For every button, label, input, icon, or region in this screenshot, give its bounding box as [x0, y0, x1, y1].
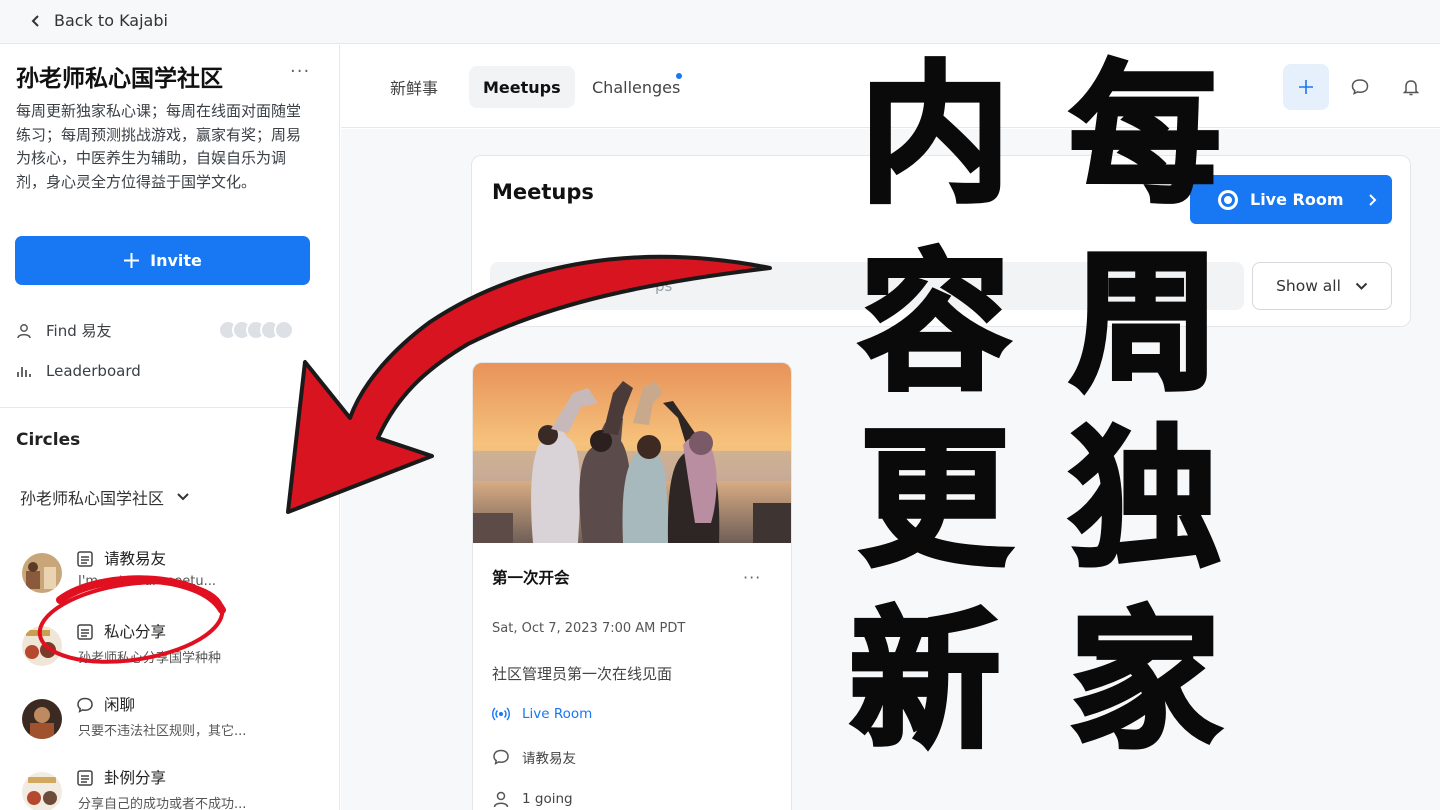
person-icon	[493, 791, 509, 808]
meetup-date: Sat, Oct 7, 2023 7:00 AM PDT	[492, 621, 686, 636]
circle-item-xianliao[interactable]: 闲聊 只要不违法社区规则，其它...	[22, 693, 322, 755]
meetup-description: 社区管理员第一次在线见面	[492, 665, 673, 683]
member-avatars	[218, 320, 294, 340]
circle-name: 请教易友	[104, 550, 167, 568]
circle-label: 请教易友	[522, 751, 576, 767]
plus-icon	[1299, 80, 1313, 94]
top-bar: Back to Kajabi	[0, 0, 1440, 44]
circle-name: 私心分享	[104, 623, 167, 641]
filter-label: Show all	[1276, 277, 1341, 295]
chat-bubble-icon	[77, 697, 93, 713]
community-more-button[interactable]: ···	[290, 61, 310, 82]
divider	[0, 407, 340, 408]
bell-icon[interactable]	[1401, 77, 1421, 97]
circle-subtitle: 分享自己的成功或者不成功...	[78, 797, 247, 810]
circle-avatar	[22, 626, 62, 666]
post-list-icon	[77, 770, 93, 786]
circle-avatar	[22, 553, 62, 593]
search-input[interactable]: ps	[490, 262, 1244, 310]
bar-chart-icon	[17, 367, 31, 377]
leaderboard-label: Leaderboard	[46, 362, 141, 380]
circle-group-toggle[interactable]: 孙老师私心国学社区	[20, 485, 190, 509]
chevron-down-icon	[177, 493, 189, 501]
back-label: Back to Kajabi	[54, 11, 168, 30]
sidebar: 孙老师私心国学社区 ··· 每周更新独家私心课；每周在线面对面随堂练习；每周预测…	[0, 45, 340, 810]
going-label: 1 going	[522, 791, 573, 807]
create-button[interactable]	[1283, 64, 1329, 110]
plus-icon	[124, 253, 140, 268]
tab-meetups[interactable]: Meetups	[469, 66, 575, 108]
leaderboard-link[interactable]: Leaderboard	[16, 362, 141, 380]
broadcast-icon	[492, 707, 510, 721]
circle-avatar	[22, 699, 62, 739]
chevron-left-icon	[31, 14, 39, 27]
invite-button[interactable]: Invite	[15, 236, 310, 285]
location-label: Live Room	[522, 706, 593, 722]
find-members-link[interactable]: Find 易友	[16, 320, 112, 341]
meetup-location[interactable]: Live Room	[492, 705, 592, 723]
circle-subtitle: 只要不违法社区规则，其它...	[78, 724, 247, 739]
filter-dropdown[interactable]: Show all	[1252, 262, 1392, 310]
notification-dot	[676, 73, 682, 79]
circle-avatar	[22, 772, 62, 810]
community-description: 每周更新独家私心课；每周在线面对面随堂练习；每周预测挑战游戏，赢家有奖；周易为核…	[16, 102, 302, 191]
meetups-panel: Meetups Live Room ps Show all	[471, 155, 1411, 327]
community-title: 孙老师私心国学社区	[16, 66, 223, 92]
circle-name: 卦例分享	[104, 769, 167, 787]
chat-bubble-icon	[493, 749, 509, 765]
live-room-button[interactable]: Live Room	[1190, 175, 1392, 224]
tab-xinxianshi[interactable]: 新鲜事	[376, 66, 452, 108]
post-list-icon	[77, 551, 93, 567]
chat-icon[interactable]	[1350, 77, 1370, 97]
meetup-attendees: 1 going	[492, 790, 573, 808]
search-placeholder: ps	[655, 277, 673, 295]
find-label: Find 易友	[46, 322, 112, 340]
chevron-right-icon	[1368, 193, 1376, 206]
panel-title: Meetups	[492, 180, 594, 204]
circle-name: 闲聊	[104, 696, 136, 714]
meetup-title: 第一次开会	[492, 569, 570, 587]
invite-label: Invite	[150, 251, 202, 270]
person-icon	[17, 323, 31, 338]
meetup-more-button[interactable]: ···	[743, 568, 761, 587]
circle-item-guali[interactable]: 卦例分享 分享自己的成功或者不成功...	[22, 766, 322, 810]
meetup-cover-image	[473, 363, 791, 543]
circle-subtitle: 孙老师私心分享国学种种	[78, 651, 222, 666]
post-list-icon	[77, 624, 93, 640]
search-icon	[510, 279, 525, 293]
circle-subtitle: I'm ... to our meetu...	[78, 574, 216, 589]
circle-item-sixin[interactable]: 私心分享 孙老师私心分享国学种种	[22, 620, 322, 682]
main-header: 新鲜事 Meetups Challenges	[341, 45, 1440, 128]
circles-heading: Circles	[16, 430, 81, 450]
meetup-circle: 请教易友	[492, 747, 576, 767]
avatar	[274, 320, 294, 340]
circle-item-qingjiao[interactable]: 请教易友 I'm ... to our meetu...	[22, 547, 322, 609]
chevron-down-icon	[1355, 282, 1368, 290]
main-content: Meetups Live Room ps Show all 第一次开会 ··· …	[341, 129, 1440, 810]
meetup-card[interactable]: 第一次开会 ··· Sat, Oct 7, 2023 7:00 AM PDT 社…	[472, 362, 792, 810]
record-icon	[1218, 189, 1238, 210]
back-to-kajabi-link[interactable]: Back to Kajabi	[30, 11, 168, 30]
group-name: 孙老师私心国学社区	[20, 489, 165, 508]
live-room-label: Live Room	[1250, 190, 1344, 209]
